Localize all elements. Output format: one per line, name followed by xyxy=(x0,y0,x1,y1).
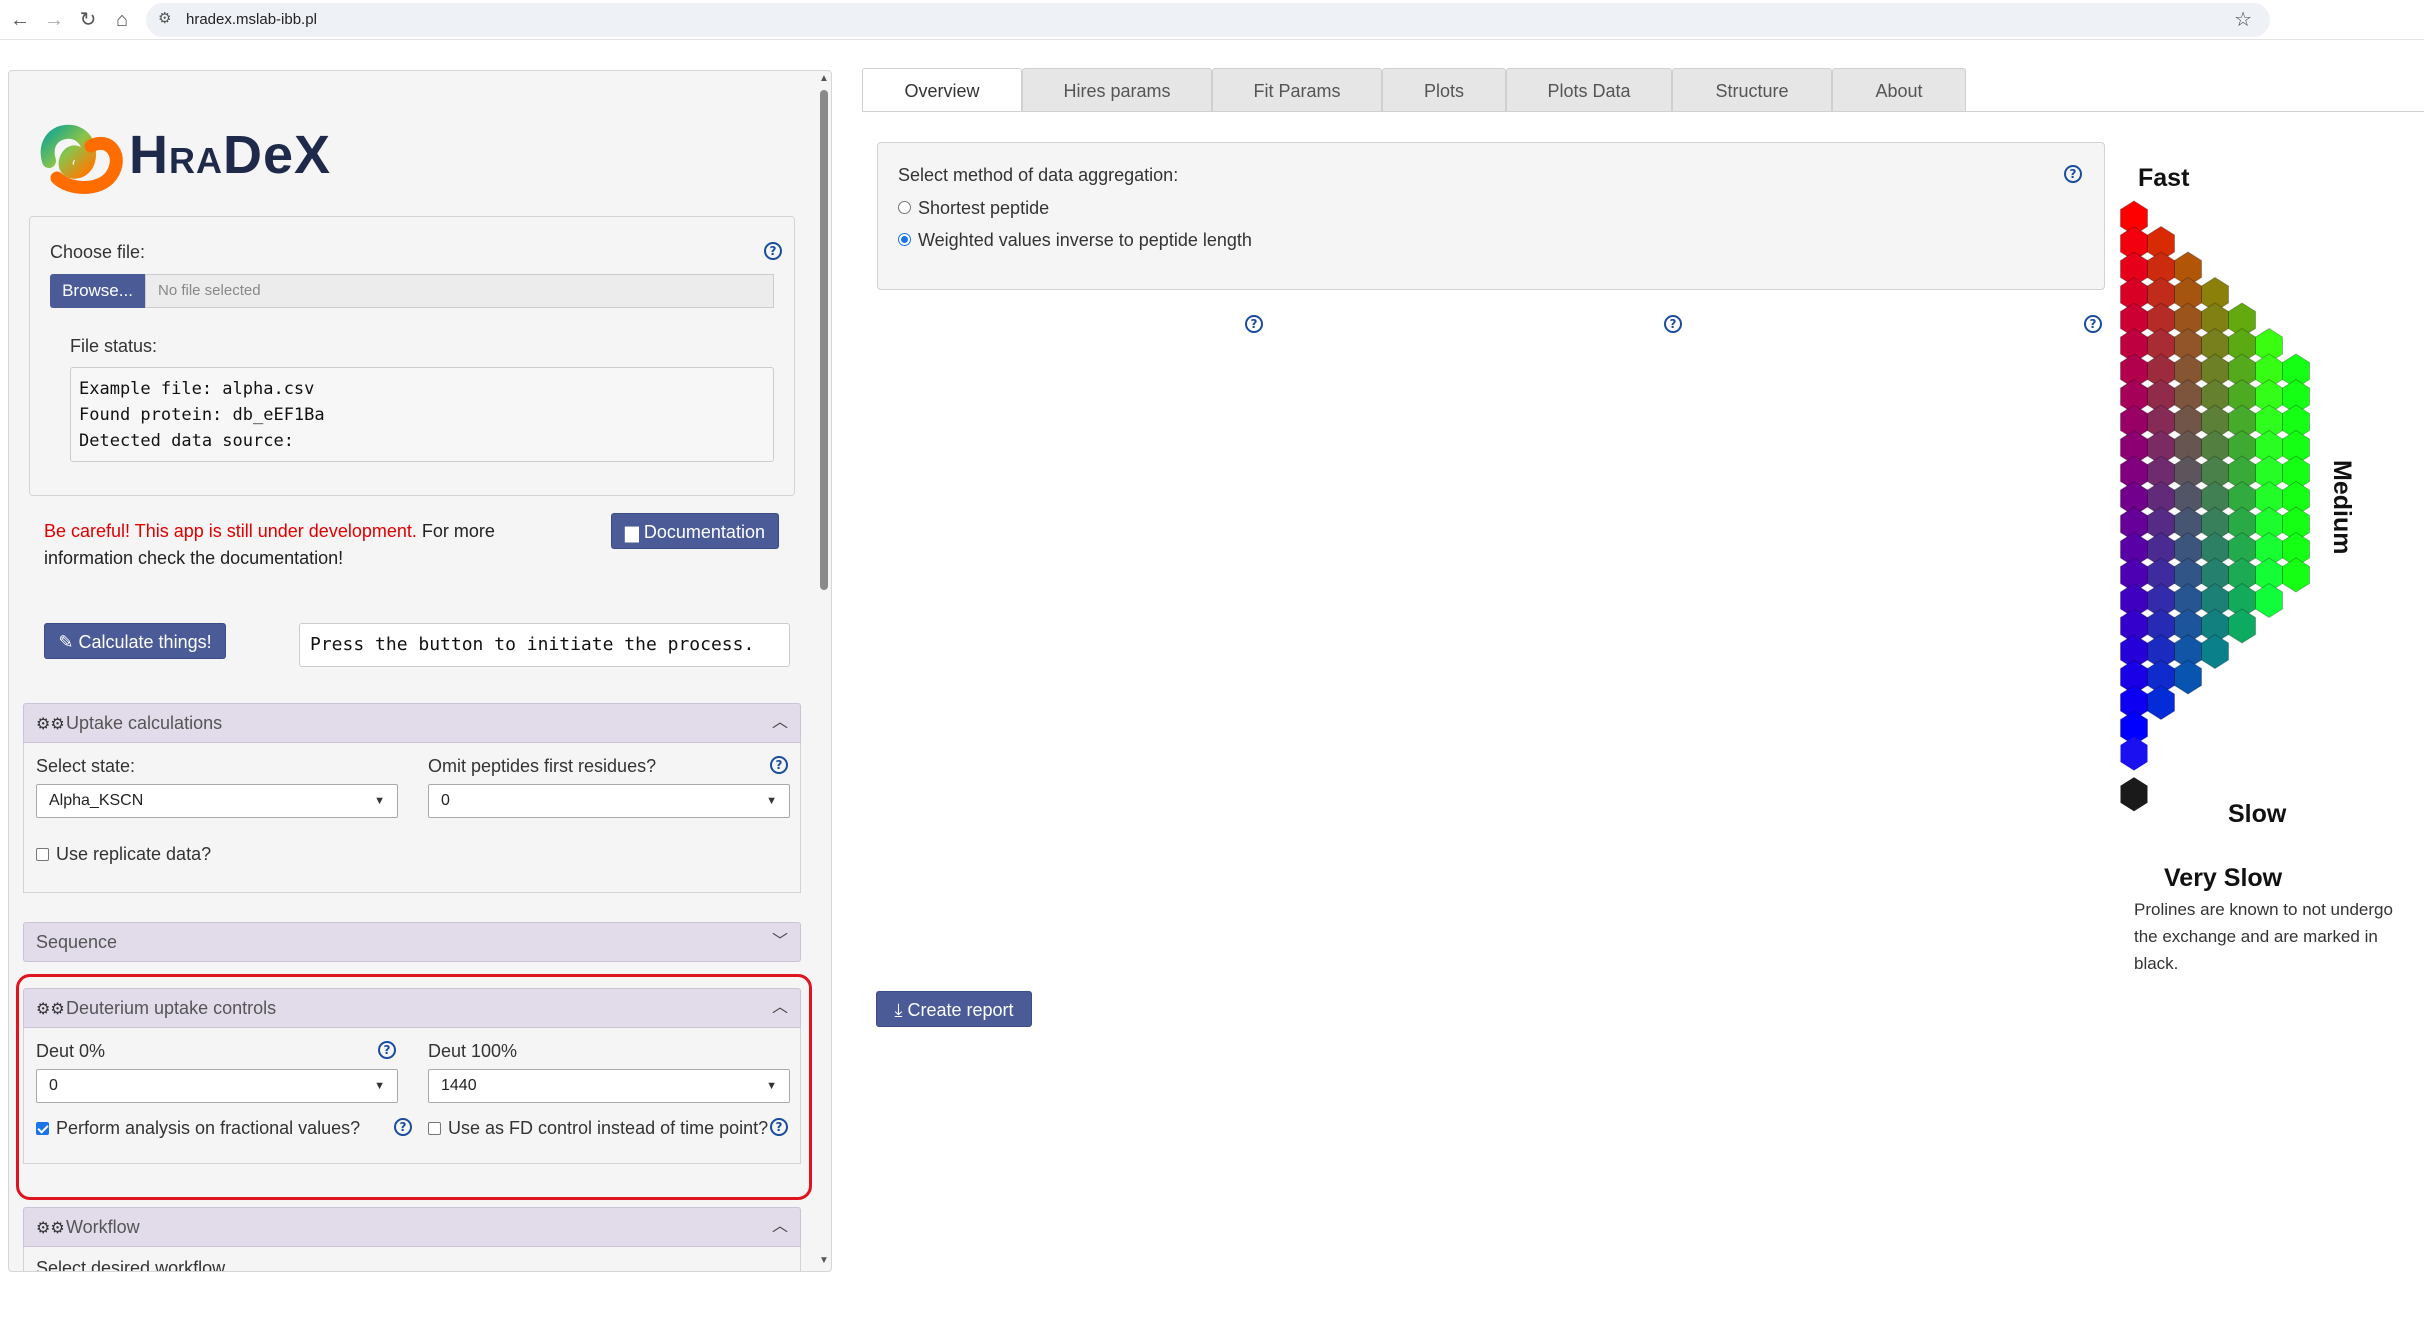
legend-fast-label: Fast xyxy=(2138,164,2190,192)
workflow-header[interactable]: ⚙⚙Workflow ︿ xyxy=(23,1207,801,1247)
radio-weighted-values-label: Weighted values inverse to peptide lengt… xyxy=(918,230,1252,250)
sequence-header[interactable]: Sequence ﹀ xyxy=(23,922,801,962)
proline-note: Prolines are known to not undergo the ex… xyxy=(2134,900,2393,973)
download-icon: ⤓ xyxy=(894,1000,903,1020)
status-line: Found protein: db_eEF1Ba xyxy=(79,405,325,425)
chevron-down-icon[interactable]: ﹀ xyxy=(772,923,788,961)
legend-hex-cell xyxy=(2174,659,2202,695)
choose-file-label: Choose file: xyxy=(50,242,146,262)
legend-hex-cell xyxy=(2147,684,2175,721)
scrollbar-thumb[interactable] xyxy=(820,90,828,590)
development-warning: Be careful! This app is still under deve… xyxy=(44,518,564,572)
chevron-up-icon[interactable]: ︿ xyxy=(772,704,788,742)
omit-residues-label: Omit peptides first residues? xyxy=(428,756,657,776)
gears-icon: ⚙⚙ xyxy=(36,716,65,733)
legend-slow-cell xyxy=(2120,736,2148,771)
legend-hex-cell xyxy=(2255,582,2283,619)
legend-proline-cell xyxy=(2120,777,2148,812)
bookmark-star-icon[interactable]: ☆ xyxy=(2234,7,2252,32)
tab-structure[interactable]: Structure xyxy=(1672,68,1832,112)
back-icon[interactable]: ← xyxy=(6,6,34,34)
sequence-title: Sequence xyxy=(36,932,118,952)
legend-hex-cell xyxy=(2228,608,2256,644)
file-panel: Choose file: ? Browse... No file selecte… xyxy=(29,216,795,496)
chevron-up-icon[interactable]: ︿ xyxy=(772,1208,788,1246)
documentation-button-label: Documentation xyxy=(643,522,765,542)
highlight-annotation xyxy=(16,974,812,1200)
help-icon[interactable]: ? xyxy=(2084,315,2102,333)
tab-fit-params[interactable]: Fit Params xyxy=(1212,68,1382,112)
select-state-label: Select state: xyxy=(36,756,136,776)
process-status-box: Press the button to initiate the process… xyxy=(299,623,790,667)
legend-very-slow-label: Very Slow xyxy=(2164,864,2283,892)
scroll-down-icon[interactable]: ▼ xyxy=(819,1256,829,1266)
status-line: Example file: alpha.csv xyxy=(79,379,315,399)
browser-toolbar: ← → ↻ ⌂ ⚙ hradex.mslab-ibb.pl ☆ xyxy=(0,0,2424,40)
legend-slow-label: Slow xyxy=(2228,800,2287,828)
uptake-calculations-title: Uptake calculations xyxy=(66,713,223,733)
browse-button[interactable]: Browse... xyxy=(50,274,145,308)
warning-red-text: Be careful! This app is still under deve… xyxy=(44,521,417,541)
replicate-label: Use replicate data? xyxy=(56,844,212,864)
workflow-select-label: Select desired workflow xyxy=(36,1258,226,1272)
logo-swirl-icon xyxy=(40,124,123,194)
radio-shortest-peptide-label: Shortest peptide xyxy=(918,198,1050,218)
uptake-calculations-header[interactable]: ⚙⚙Uptake calculations ︿ xyxy=(23,703,801,743)
legend-medium-label: Medium xyxy=(2328,460,2356,555)
caret-down-icon: ▼ xyxy=(374,795,385,807)
gears-icon: ⚙⚙ xyxy=(36,1220,65,1237)
legend-hex-cell xyxy=(2201,633,2229,670)
site-info-icon[interactable]: ⚙ xyxy=(158,9,171,27)
aggregation-title: Select method of data aggregation: xyxy=(898,165,1179,185)
address-bar[interactable]: ⚙ hradex.mslab-ibb.pl ☆ xyxy=(146,3,2270,37)
sidebar-scrollbar[interactable]: ▲ ▼ xyxy=(816,70,832,1272)
help-icon[interactable]: ? xyxy=(1664,315,1682,333)
tab-plots[interactable]: Plots xyxy=(1382,68,1506,112)
help-icon[interactable]: ? xyxy=(1245,315,1263,333)
url-text: hradex.mslab-ibb.pl xyxy=(186,11,317,28)
tab-overview[interactable]: Overview xyxy=(862,68,1022,112)
replicate-checkbox[interactable] xyxy=(36,848,49,861)
uptake-calculations-body: Select state: Alpha_KSCN ▼ Omit peptides… xyxy=(23,743,801,893)
omit-residues-value: 0 xyxy=(441,792,450,809)
book-icon: ▆ xyxy=(625,522,639,542)
reload-icon[interactable]: ↻ xyxy=(74,6,102,34)
omit-residues-select[interactable]: 0 ▼ xyxy=(428,784,790,818)
documentation-button[interactable]: ▆ Documentation xyxy=(611,513,779,549)
legend-hex-triangle xyxy=(2120,200,2310,812)
state-select[interactable]: Alpha_KSCN ▼ xyxy=(36,784,398,818)
radio-weighted-values[interactable] xyxy=(898,233,911,246)
help-icon[interactable]: ? xyxy=(2064,165,2082,183)
tab-about[interactable]: About xyxy=(1832,68,1966,112)
state-select-value: Alpha_KSCN xyxy=(49,792,144,809)
magic-wand-icon: ✎ xyxy=(58,632,74,652)
logo-text: HRADeX xyxy=(129,125,332,185)
workflow-title: Workflow xyxy=(66,1217,140,1237)
help-icon[interactable]: ? xyxy=(764,242,782,260)
forward-icon[interactable]: → xyxy=(40,6,68,34)
workflow-body: Select desired workflow xyxy=(23,1247,801,1272)
home-icon[interactable]: ⌂ xyxy=(108,6,136,34)
help-icon[interactable]: ? xyxy=(770,756,788,774)
calculate-button-label: Calculate things! xyxy=(78,632,212,652)
scroll-up-icon[interactable]: ▲ xyxy=(819,74,829,84)
hradex-logo: HRADeX xyxy=(29,116,349,196)
file-status-box: Example file: alpha.csv Found protein: d… xyxy=(70,367,774,462)
file-name-field[interactable]: No file selected xyxy=(145,274,774,308)
create-report-label: Create report xyxy=(907,1000,1014,1020)
create-report-button[interactable]: ⤓ Create report xyxy=(876,991,1032,1027)
tabs-divider xyxy=(862,111,2424,112)
tab-plots-data[interactable]: Plots Data xyxy=(1506,68,1672,112)
calculate-button[interactable]: ✎ Calculate things! xyxy=(44,623,226,659)
file-status-label: File status: xyxy=(70,336,158,356)
status-line: Detected data source: xyxy=(79,431,294,451)
aggregation-panel: Select method of data aggregation: ? Sho… xyxy=(877,142,2105,290)
caret-down-icon: ▼ xyxy=(766,795,777,807)
radio-shortest-peptide[interactable] xyxy=(898,201,911,214)
exchange-rate-legend: Fast Slow Very Slow Medium Prolines are … xyxy=(2120,160,2420,990)
tab-hires-params[interactable]: Hires params xyxy=(1022,68,1212,112)
legend-hex-cell xyxy=(2282,557,2310,593)
